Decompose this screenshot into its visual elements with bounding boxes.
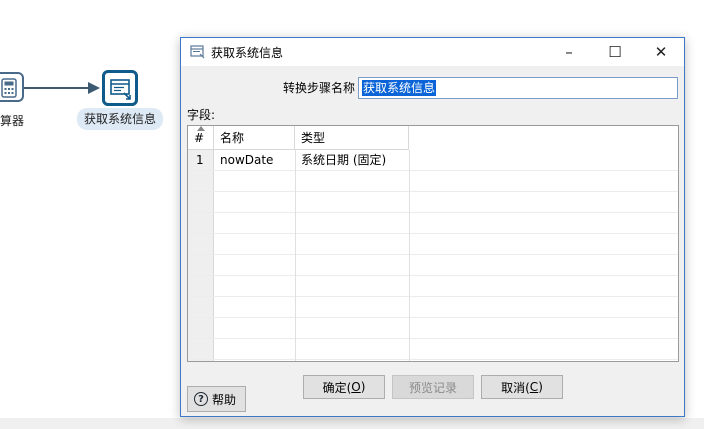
help-label: 帮助 xyxy=(212,392,237,407)
get-system-info-dialog: 获取系统信息 – ☐ ✕ 转换步骤名称 获取系统信息 字段: # 名称 类型 1… xyxy=(180,37,685,417)
window-app-icon xyxy=(190,45,205,59)
get-system-info-step-label: 获取系统信息 xyxy=(77,108,164,130)
column-header-number[interactable]: # xyxy=(188,126,214,150)
calculator-step-label: 算器 xyxy=(0,114,25,128)
column-header-name[interactable]: 名称 xyxy=(214,126,295,150)
table-row[interactable] xyxy=(188,276,678,297)
dialog-titlebar[interactable]: 获取系统信息 – ☐ ✕ xyxy=(181,38,684,66)
ok-button[interactable]: 确定(O) xyxy=(303,375,385,399)
table-row[interactable] xyxy=(188,192,678,213)
calculator-step[interactable] xyxy=(0,72,24,102)
get-system-info-step[interactable] xyxy=(102,70,138,106)
table-row[interactable] xyxy=(188,339,678,360)
table-row[interactable] xyxy=(188,234,678,255)
system-info-icon xyxy=(110,79,131,100)
table-row[interactable]: 1 nowDate 系统日期 (固定) xyxy=(188,150,678,171)
field-type-cell[interactable]: 系统日期 (固定) xyxy=(301,150,386,170)
calculator-icon xyxy=(1,78,17,98)
dialog-title: 获取系统信息 xyxy=(211,46,284,60)
row-number: 1 xyxy=(196,153,204,167)
sort-caret-icon xyxy=(197,126,205,131)
hop-connector[interactable] xyxy=(24,87,92,89)
maximize-button[interactable]: ☐ xyxy=(592,38,638,66)
column-divider xyxy=(409,150,410,361)
field-name-cell[interactable]: nowDate xyxy=(220,150,273,170)
minimize-button[interactable]: – xyxy=(546,38,592,66)
help-icon: ? xyxy=(194,392,208,406)
cancel-button[interactable]: 取消(C) xyxy=(481,375,563,399)
canvas-bottom-strip xyxy=(0,418,704,429)
step-name-input[interactable]: 获取系统信息 xyxy=(358,77,678,99)
close-icon: ✕ xyxy=(654,43,668,61)
help-button[interactable]: ? 帮助 xyxy=(187,386,246,412)
step-name-value: 获取系统信息 xyxy=(362,80,437,96)
column-header-type[interactable]: 类型 xyxy=(295,126,409,150)
close-button[interactable]: ✕ xyxy=(638,38,684,66)
table-row[interactable] xyxy=(188,297,678,318)
table-row[interactable] xyxy=(188,255,678,276)
hop-arrow-icon xyxy=(88,82,100,94)
preview-records-button[interactable]: 预览记录 xyxy=(392,375,474,399)
maximize-icon: ☐ xyxy=(608,43,622,61)
table-row[interactable] xyxy=(188,318,678,339)
column-divider xyxy=(295,150,296,361)
minimize-icon: – xyxy=(565,43,573,61)
table-row[interactable] xyxy=(188,213,678,234)
table-row[interactable] xyxy=(188,171,678,192)
step-name-label: 转换步骤名称 xyxy=(283,81,356,95)
fields-table[interactable]: # 名称 类型 1 nowDate 系统日期 (固定) xyxy=(187,125,679,362)
fields-label: 字段: xyxy=(187,108,216,122)
